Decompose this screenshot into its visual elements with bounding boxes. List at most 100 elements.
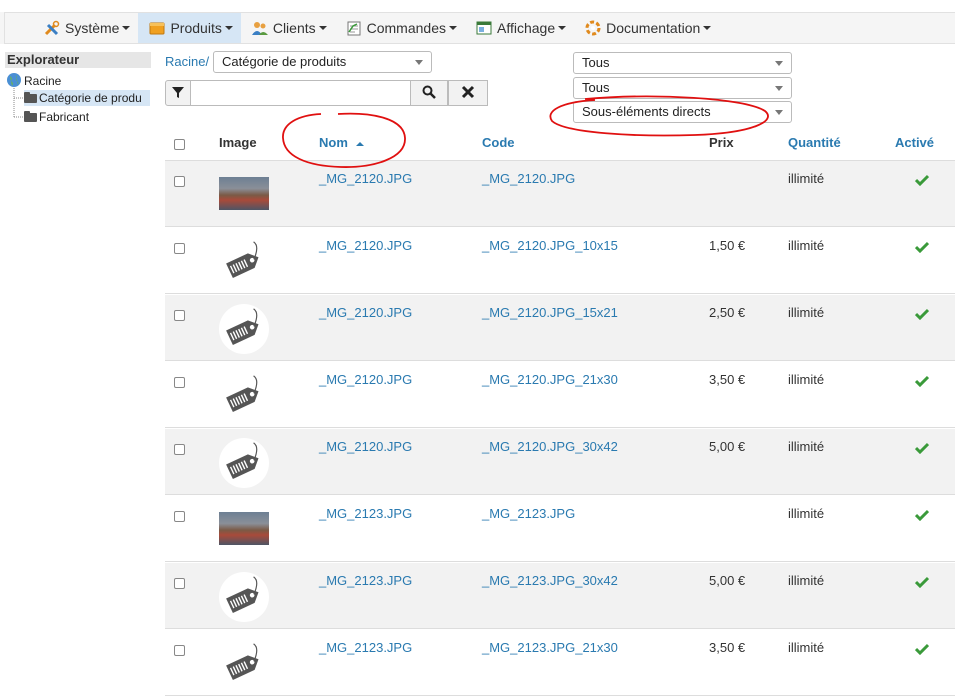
price-tag-icon — [219, 438, 269, 488]
filter-select-2[interactable]: Tous — [573, 77, 792, 99]
row-nom-link[interactable]: _MG_2123.JPG — [319, 640, 412, 655]
menu-bar-inner: Système Produits Clients Commandes Affic… — [4, 12, 955, 44]
checkmark-icon[interactable] — [914, 576, 930, 591]
filter-select-3[interactable]: Sous-éléments directs — [573, 101, 792, 123]
row-checkbox[interactable] — [174, 377, 185, 388]
menu-commandes-label: Commandes — [366, 20, 446, 36]
table-row[interactable]: _MG_2120.JPG _MG_2120.JPG_10x15 1,50 € illi… — [165, 228, 955, 294]
row-prix: 3,50 € — [709, 640, 746, 655]
row-code-link[interactable]: _MG_2120.JPG — [482, 171, 575, 186]
row-quantite: illimité — [788, 640, 825, 655]
row-nom-link[interactable]: _MG_2120.JPG — [319, 305, 412, 320]
row-prix: 5,00 € — [709, 573, 746, 588]
row-quantite: illimité — [788, 305, 825, 320]
filter-button[interactable] — [165, 80, 191, 106]
row-code-link[interactable]: _MG_2120.JPG_21x30 — [482, 372, 618, 387]
row-code-link[interactable]: _MG_2120.JPG_10x15 — [482, 238, 618, 253]
checkmark-icon[interactable] — [914, 509, 930, 524]
row-code-link[interactable]: _MG_2120.JPG_15x21 — [482, 305, 618, 320]
header-prix: Prix — [709, 135, 734, 150]
row-quantite: illimité — [788, 439, 825, 454]
row-prix: 5,00 € — [709, 439, 746, 454]
checkmark-icon[interactable] — [914, 308, 930, 323]
menu-clients-label: Clients — [272, 20, 316, 36]
tree-root-label: Racine — [24, 74, 62, 89]
window-icon — [475, 20, 493, 36]
row-quantite: illimité — [788, 506, 825, 521]
tree-item-categorie[interactable]: Catégorie de produ — [24, 90, 150, 106]
chevron-down-icon — [224, 26, 233, 30]
row-nom-link[interactable]: _MG_2123.JPG — [319, 506, 412, 521]
menu-affichage[interactable]: Affichage — [465, 13, 574, 43]
row-code-link[interactable]: _MG_2123.JPG — [482, 506, 575, 521]
category-select-value: Catégorie de produits — [222, 54, 347, 69]
row-code-link[interactable]: _MG_2123.JPG_21x30 — [482, 640, 618, 655]
explorer-panel: Explorateur — [5, 52, 151, 68]
table-row[interactable]: _MG_2120.JPG _MG_2120.JPG illimité — [165, 161, 955, 227]
menu-commandes[interactable]: Commandes — [335, 13, 465, 43]
menu-affichage-label: Affichage — [497, 20, 556, 36]
row-code-link[interactable]: _MG_2123.JPG_30x42 — [482, 573, 618, 588]
users-icon — [251, 20, 269, 36]
row-nom-link[interactable]: _MG_2120.JPG — [319, 238, 412, 253]
header-active[interactable]: Activé — [895, 135, 934, 150]
row-nom-link[interactable]: _MG_2123.JPG — [319, 573, 412, 588]
table-row[interactable]: _MG_2123.JPG _MG_2123.JPG illimité — [165, 496, 955, 562]
row-checkbox[interactable] — [174, 645, 185, 656]
menu-bar: Système Produits Clients Commandes Affic… — [0, 0, 955, 57]
row-checkbox[interactable] — [174, 578, 185, 589]
row-code-link[interactable]: _MG_2120.JPG_30x42 — [482, 439, 618, 454]
menu-documentation[interactable]: Documentation — [574, 13, 719, 43]
row-nom-link[interactable]: _MG_2120.JPG — [319, 171, 412, 186]
search-icon — [422, 85, 436, 102]
row-checkbox[interactable] — [174, 176, 185, 187]
tree-item-fabricant[interactable]: Fabricant — [24, 109, 89, 125]
price-tag-icon — [219, 304, 269, 354]
category-select[interactable]: Catégorie de produits — [213, 51, 432, 73]
tree-item-label: Catégorie de produ — [39, 91, 142, 105]
checkmark-icon[interactable] — [914, 442, 930, 457]
table-row[interactable]: _MG_2123.JPG _MG_2123.JPG_30x42 5,00 € illi… — [165, 563, 955, 629]
price-tag-icon — [219, 572, 269, 622]
row-checkbox[interactable] — [174, 243, 185, 254]
checkmark-icon[interactable] — [914, 241, 930, 256]
close-icon — [461, 85, 475, 102]
top-spacer — [0, 0, 955, 12]
checkmark-icon[interactable] — [914, 375, 930, 390]
checkmark-icon[interactable] — [914, 643, 930, 658]
header-code[interactable]: Code — [482, 135, 515, 150]
menu-produits[interactable]: Produits — [138, 13, 241, 43]
row-nom-link[interactable]: _MG_2120.JPG — [319, 439, 412, 454]
select-all-checkbox[interactable] — [174, 139, 185, 150]
table-row[interactable]: _MG_2123.JPG _MG_2123.JPG_21x30 3,50 € illi… — [165, 630, 955, 696]
filter-select-1[interactable]: Tous — [573, 52, 792, 74]
breadcrumb-racine-link[interactable]: Racine/ — [165, 54, 209, 69]
checkmark-icon[interactable] — [914, 174, 930, 189]
table-row[interactable]: _MG_2120.JPG _MG_2120.JPG_15x21 2,50 € illi… — [165, 295, 955, 361]
dropdown-arrow-icon — [415, 60, 423, 65]
row-checkbox[interactable] — [174, 511, 185, 522]
filter-select-1-value: Tous — [582, 55, 610, 70]
row-checkbox[interactable] — [174, 310, 185, 321]
menu-systeme[interactable]: Système — [33, 13, 138, 43]
chevron-down-icon — [122, 26, 131, 30]
folder-icon — [24, 92, 37, 104]
search-input[interactable] — [190, 80, 411, 106]
search-button[interactable] — [410, 80, 448, 106]
table-row[interactable]: _MG_2120.JPG _MG_2120.JPG_21x30 3,50 € illi… — [165, 362, 955, 428]
row-quantite: illimité — [788, 238, 825, 253]
product-photo-thumbnail — [219, 177, 269, 210]
price-tag-icon — [219, 639, 269, 689]
tree-lines — [13, 88, 24, 118]
folder-icon — [24, 111, 37, 123]
row-checkbox[interactable] — [174, 444, 185, 455]
price-tag-icon — [219, 371, 269, 421]
header-quantite[interactable]: Quantité — [788, 135, 841, 150]
explorer-title: Explorateur — [5, 52, 151, 68]
menu-clients[interactable]: Clients — [241, 13, 335, 43]
header-nom[interactable]: Nom — [319, 135, 364, 150]
table-row[interactable]: _MG_2120.JPG _MG_2120.JPG_30x42 5,00 € illi… — [165, 429, 955, 495]
clear-button[interactable] — [448, 80, 488, 106]
row-nom-link[interactable]: _MG_2120.JPG — [319, 372, 412, 387]
menu-documentation-label: Documentation — [606, 20, 701, 36]
